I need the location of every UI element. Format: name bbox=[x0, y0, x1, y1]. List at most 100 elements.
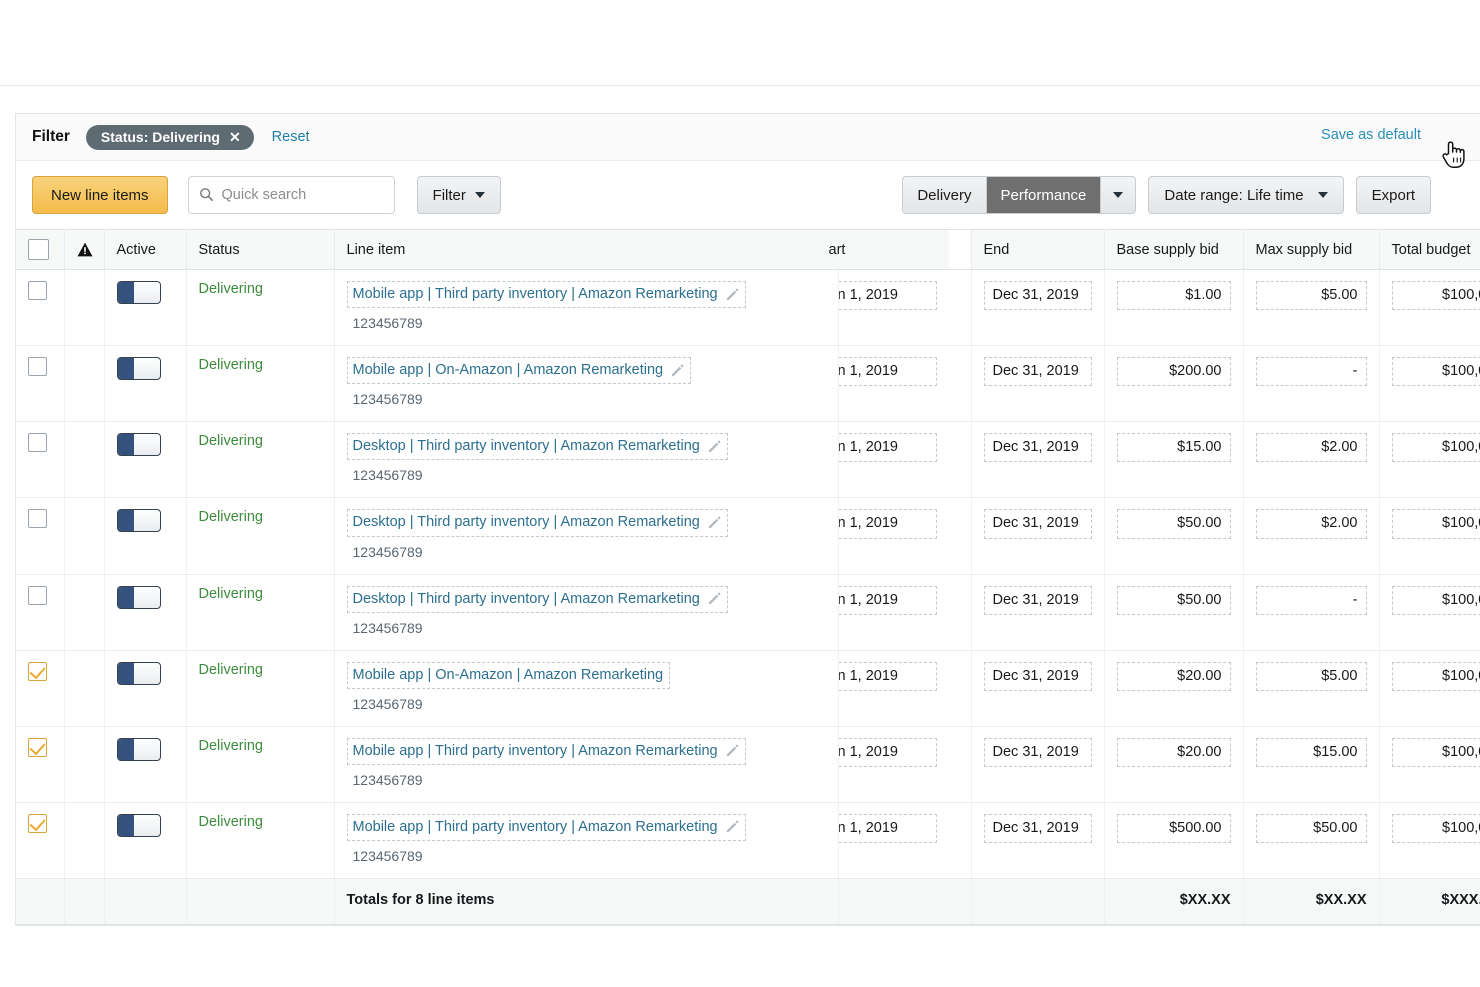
table-row[interactable]: Delivering Desktop | Third party inventor… bbox=[16, 421, 1480, 499]
total-budget-editable[interactable]: $100,000 bbox=[1391, 661, 1480, 691]
reset-filters-link[interactable]: Reset bbox=[272, 129, 310, 145]
date-range-button[interactable]: Date range: Life time bbox=[1148, 176, 1344, 214]
export-button[interactable]: Export bbox=[1355, 176, 1431, 214]
start-date-editable[interactable]: n 1, 2019 bbox=[838, 357, 937, 387]
active-toggle[interactable] bbox=[116, 433, 161, 457]
table-row[interactable]: Delivering Mobile app | Third party inven… bbox=[16, 269, 1480, 347]
row-select-checkbox[interactable] bbox=[28, 661, 47, 681]
table-row[interactable]: Delivering Desktop | Third party inventor… bbox=[16, 497, 1480, 575]
line-item-name-editable[interactable]: Desktop | Third party inventory | Amazon… bbox=[346, 585, 728, 613]
end-date-editable[interactable]: Dec 31, 2019 bbox=[983, 661, 1092, 691]
max-supply-bid-editable[interactable]: - bbox=[1255, 357, 1367, 387]
edit-pencil-icon[interactable] bbox=[726, 744, 739, 757]
line-item-name-editable[interactable]: Mobile app | Third party inventory | Ama… bbox=[346, 737, 746, 765]
tab-delivery[interactable]: Delivery bbox=[903, 177, 985, 213]
end-date-editable[interactable]: Dec 31, 2019 bbox=[983, 433, 1092, 463]
row-select-checkbox[interactable] bbox=[28, 813, 47, 833]
total-budget-editable[interactable]: $100,000 bbox=[1391, 813, 1480, 843]
start-date-editable[interactable]: n 1, 2019 bbox=[838, 433, 937, 463]
active-toggle[interactable] bbox=[116, 661, 161, 685]
total-budget-editable[interactable]: $100,000 bbox=[1391, 357, 1480, 387]
start-date-editable[interactable]: n 1, 2019 bbox=[838, 585, 937, 615]
filter-dropdown-button[interactable]: Filter bbox=[416, 176, 501, 214]
row-select-checkbox[interactable] bbox=[28, 509, 47, 529]
table-row[interactable]: Delivering Mobile app | Third party inven… bbox=[16, 726, 1480, 803]
line-item-name-editable[interactable]: Desktop | Third party inventory | Amazon… bbox=[346, 433, 728, 461]
active-toggle[interactable] bbox=[116, 281, 161, 304]
row-select-checkbox[interactable] bbox=[28, 737, 47, 757]
table-row[interactable]: Delivering Mobile app | On-Amazon | Amazo… bbox=[16, 345, 1480, 423]
search-input[interactable] bbox=[187, 176, 395, 214]
line-item-column-header[interactable]: Line item bbox=[334, 229, 839, 270]
table-row[interactable]: Delivering Mobile app | On-Amazon | Amazo… bbox=[16, 650, 1480, 727]
line-item-name-editable[interactable]: Mobile app | Third party inventory | Ama… bbox=[346, 281, 746, 309]
line-item-name-editable[interactable]: Mobile app | Third party inventory | Ama… bbox=[346, 813, 746, 841]
line-item-name-editable[interactable]: Desktop | Third party inventory | Amazon… bbox=[346, 509, 728, 537]
end-date-editable[interactable]: Dec 31, 2019 bbox=[983, 585, 1092, 615]
start-date-editable[interactable]: n 1, 2019 bbox=[838, 737, 937, 767]
base-supply-bid-editable[interactable]: $50.00 bbox=[1116, 585, 1231, 615]
total-budget-column-header[interactable]: Total budget bbox=[1379, 229, 1480, 270]
line-item-name-editable[interactable]: Mobile app | On-Amazon | Amazon Remarket… bbox=[346, 357, 692, 385]
end-date-editable[interactable]: Dec 31, 2019 bbox=[983, 281, 1092, 311]
edit-pencil-icon[interactable] bbox=[708, 516, 721, 529]
total-budget-editable[interactable]: $100,000 bbox=[1391, 737, 1480, 767]
edit-pencil-icon[interactable] bbox=[726, 288, 739, 301]
active-toggle[interactable] bbox=[116, 737, 161, 761]
line-item-name-editable[interactable]: Mobile app | On-Amazon | Amazon Remarket… bbox=[346, 661, 671, 689]
start-date-editable[interactable]: n 1, 2019 bbox=[838, 813, 937, 843]
row-select-checkbox[interactable] bbox=[28, 357, 47, 377]
max-supply-bid-editable[interactable]: $15.00 bbox=[1255, 737, 1367, 767]
edit-pencil-icon[interactable] bbox=[726, 820, 739, 833]
max-supply-bid-editable[interactable]: $5.00 bbox=[1255, 281, 1367, 311]
active-column-header[interactable]: Active bbox=[104, 229, 187, 270]
max-supply-bid-editable[interactable]: - bbox=[1255, 585, 1367, 615]
table-row[interactable]: Delivering Desktop | Third party inventor… bbox=[16, 574, 1480, 651]
close-icon[interactable]: ✕ bbox=[229, 130, 241, 144]
base-supply-bid-editable[interactable]: $50.00 bbox=[1116, 509, 1231, 539]
total-budget-editable[interactable]: $100,000 bbox=[1391, 585, 1480, 615]
view-mode-dropdown-button[interactable] bbox=[1101, 177, 1135, 213]
row-select-checkbox[interactable] bbox=[28, 433, 47, 453]
base-supply-bid-editable[interactable]: $500.00 bbox=[1116, 813, 1231, 843]
tab-performance[interactable]: Performance bbox=[986, 177, 1101, 213]
save-as-default-link[interactable]: Save as default bbox=[1321, 127, 1421, 143]
end-date-editable[interactable]: Dec 31, 2019 bbox=[983, 737, 1092, 767]
status-column-header[interactable]: Status bbox=[186, 229, 335, 270]
max-supply-bid-editable[interactable]: $5.00 bbox=[1255, 661, 1367, 691]
base-supply-bid-editable[interactable]: $15.00 bbox=[1116, 433, 1231, 463]
total-budget-editable[interactable]: $100,000 bbox=[1391, 281, 1480, 311]
table-row[interactable]: Delivering Mobile app | Third party inven… bbox=[16, 802, 1480, 880]
base-supply-bid-editable[interactable]: $200.00 bbox=[1116, 357, 1231, 387]
max-supply-bid-editable[interactable]: $2.00 bbox=[1255, 509, 1367, 539]
row-select-checkbox[interactable] bbox=[28, 585, 47, 605]
end-date-editable[interactable]: Dec 31, 2019 bbox=[983, 357, 1092, 387]
edit-pencil-icon[interactable] bbox=[671, 364, 684, 377]
base-supply-bid-editable[interactable]: $20.00 bbox=[1116, 661, 1231, 691]
new-line-items-button[interactable]: New line items bbox=[32, 176, 168, 214]
end-date-editable[interactable]: Dec 31, 2019 bbox=[983, 813, 1092, 843]
total-budget-editable[interactable]: $100,000 bbox=[1391, 433, 1480, 463]
row-select-checkbox[interactable] bbox=[28, 281, 47, 300]
end-column-header[interactable]: End bbox=[971, 229, 1105, 270]
max-supply-bid-editable[interactable]: $50.00 bbox=[1255, 813, 1367, 843]
base-supply-bid-editable[interactable]: $20.00 bbox=[1116, 737, 1231, 767]
active-toggle[interactable] bbox=[116, 509, 161, 533]
start-date-editable[interactable]: n 1, 2019 bbox=[838, 661, 937, 691]
active-toggle[interactable] bbox=[116, 357, 161, 381]
edit-pencil-icon[interactable] bbox=[708, 592, 721, 605]
max-supply-bid-column-header[interactable]: Max supply bid bbox=[1243, 229, 1380, 270]
start-column-header[interactable]: art bbox=[816, 229, 950, 270]
end-date-editable[interactable]: Dec 31, 2019 bbox=[983, 509, 1092, 539]
start-date-editable[interactable]: n 1, 2019 bbox=[838, 509, 937, 539]
active-toggle[interactable] bbox=[116, 585, 161, 609]
start-date-editable[interactable]: n 1, 2019 bbox=[838, 281, 937, 311]
base-supply-bid-editable[interactable]: $1.00 bbox=[1116, 281, 1231, 311]
select-all-checkbox[interactable] bbox=[28, 239, 49, 260]
edit-pencil-icon[interactable] bbox=[708, 440, 721, 453]
max-supply-bid-editable[interactable]: $2.00 bbox=[1255, 433, 1367, 463]
total-budget-editable[interactable]: $100,000 bbox=[1391, 509, 1480, 539]
filter-chip-status[interactable]: Status: Delivering ✕ bbox=[85, 124, 254, 150]
base-supply-bid-column-header[interactable]: Base supply bid bbox=[1104, 229, 1244, 270]
active-toggle[interactable] bbox=[116, 813, 161, 837]
